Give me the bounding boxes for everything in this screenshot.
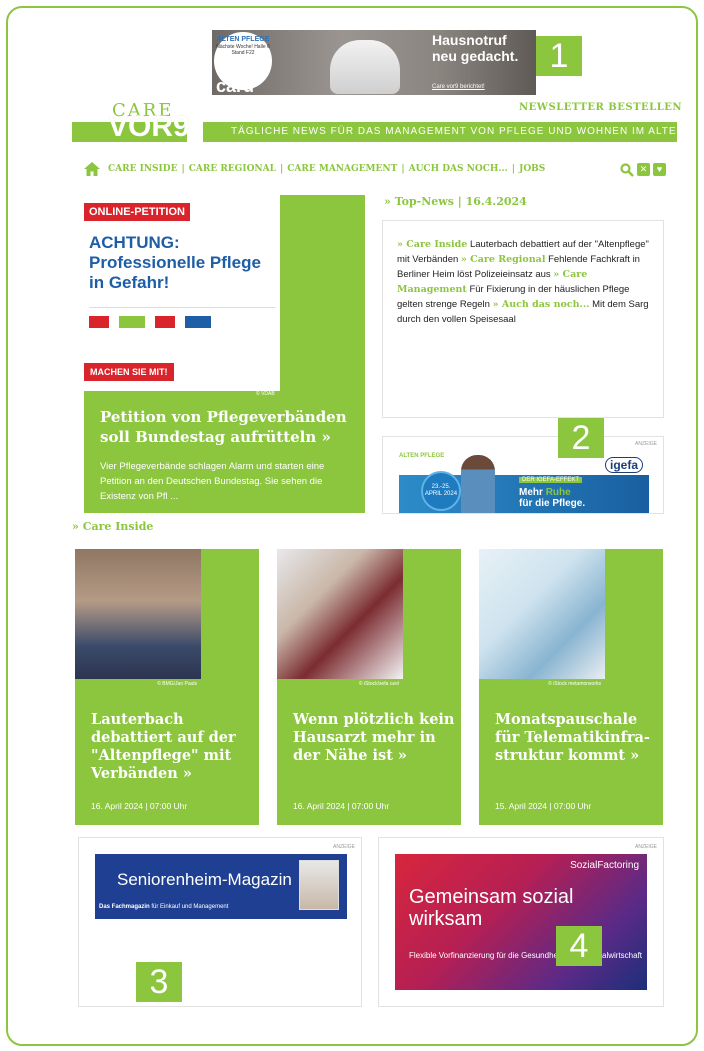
- article-title[interactable]: Lauterbach debattiert auf der "Altenpfle…: [91, 711, 257, 783]
- twitter-icon[interactable]: ♥: [653, 163, 666, 176]
- nav-item-auch-das-noch[interactable]: AUCH DAS NOCH...: [409, 164, 508, 174]
- xing-icon[interactable]: ✕: [637, 163, 650, 176]
- sozialfactoring-banner: SozialFactoring Gemeinsam sozial wirksam…: [395, 854, 647, 990]
- nav-item-care-inside[interactable]: CARE INSIDE: [108, 164, 177, 174]
- ad-person-image: [461, 455, 495, 513]
- ad-title: Seniorenheim-Magazin: [117, 870, 292, 889]
- ad-subtitle-rest: für Einkauf und Management: [151, 904, 229, 910]
- seniorenheim-ad[interactable]: ANZEIGE Seniorenheim-Magazin Das Fachmag…: [78, 837, 362, 1007]
- article-image: [75, 549, 201, 679]
- ad-subtitle-bold: Das Fachmagazin: [99, 904, 150, 910]
- partner-logo: [119, 316, 145, 328]
- ad-headline: Gemeinsam sozial wirksam: [409, 886, 574, 930]
- top-news-box: » Care Inside Lauterbach debattiert auf …: [382, 220, 664, 418]
- feature-image-heading: ACHTUNG: Professionelle Pflege in Gefahr…: [89, 233, 261, 292]
- igefa-logo: igefa: [604, 457, 643, 473]
- nav-item-jobs[interactable]: JOBS: [519, 164, 545, 174]
- article-card[interactable]: © BMG/Jan Pauls Lauterbach debattiert au…: [75, 549, 259, 825]
- igefa-ad[interactable]: ANZEIGE ALTEN PFLEGE 23.-25. APRIL 2024 …: [382, 436, 664, 514]
- nav-separator: |: [181, 164, 185, 174]
- ad-label: ANZEIGE: [635, 844, 657, 850]
- magazine-cover-image: [299, 860, 339, 910]
- article-card[interactable]: © iStock/sefa ozel Wenn plötzlich kein H…: [277, 549, 461, 825]
- ad-advertiser: caru: [216, 76, 255, 95]
- ad-subtitle: Das Fachmagazin für Einkauf und Manageme…: [95, 904, 228, 910]
- nav-separator: |: [401, 164, 405, 174]
- site-logo[interactable]: VOR9: [108, 110, 190, 144]
- top-news-heading: » Top-News | 16.4.2024: [384, 195, 527, 208]
- ad-headline: Hausnotruf neu gedacht.: [432, 32, 519, 64]
- nav-item-care-management[interactable]: CARE MANAGEMENT: [287, 164, 397, 174]
- care-inside-heading[interactable]: » Care Inside: [72, 520, 153, 533]
- ad-label: ANZEIGE: [635, 441, 657, 447]
- ad-effect: DER IGEFA-EFFEKT: [519, 477, 583, 483]
- ad-slogan: Mehr Ruhe für die Pflege.: [519, 487, 585, 509]
- feature-article[interactable]: ONLINE-PETITION ACHTUNG: Professionelle …: [84, 195, 365, 513]
- top-news-category[interactable]: » Care Regional: [461, 254, 546, 265]
- article-image: [479, 549, 605, 679]
- home-icon[interactable]: [84, 162, 100, 176]
- top-news-category[interactable]: » Auch das noch...: [493, 299, 590, 310]
- ad-brand-name: ALTEN PFLEGE: [216, 36, 270, 43]
- annotation-badge-3: 3: [136, 962, 182, 1002]
- article-image: [277, 549, 403, 679]
- top-news-category[interactable]: » Care Inside: [397, 239, 467, 250]
- logo-vor: VOR: [108, 110, 174, 143]
- ad-description: Flexible Vorfinanzierung für die Gesundh…: [409, 951, 643, 960]
- nav-icons: ✕ ♥: [620, 163, 666, 177]
- ad-brand: ALTEN PFLEGE: [399, 453, 445, 459]
- article-credit: © iStock metamorworks: [548, 681, 601, 687]
- arrow-icon: »: [321, 428, 331, 446]
- partner-logos: [89, 307, 275, 329]
- partner-logo: [185, 316, 211, 328]
- feature-image: ONLINE-PETITION ACHTUNG: Professionelle …: [84, 195, 280, 391]
- logo-nine: 9: [173, 110, 190, 143]
- slogan-part: für die Pflege.: [519, 498, 586, 509]
- article-credit: © BMG/Jan Pauls: [157, 681, 197, 687]
- tagline: TÄGLICHE NEWS FÜR DAS MANAGEMENT VON PFL…: [203, 122, 684, 142]
- nav-separator: |: [279, 164, 284, 174]
- feature-teaser: Vier Pflegeverbände schlagen Alarm und s…: [100, 461, 325, 502]
- ad-fair-info: Nächste Woche! Halle 6 Stand F22: [216, 44, 270, 56]
- ad-sub-link[interactable]: Care vor9 berichtet!: [432, 84, 485, 90]
- annotation-badge-2: 2: [558, 418, 604, 458]
- article-title[interactable]: Wenn plötzlich kein Hausarzt mehr in der…: [293, 711, 459, 765]
- ad-brand: SozialFactoring: [570, 860, 639, 871]
- feature-title[interactable]: Petition von Pflegeverbänden soll Bundes…: [100, 407, 356, 447]
- nav-items: CARE INSIDE | CARE REGIONAL | CARE MANAGEMEN…: [108, 164, 545, 174]
- feature-credit: © VDAB: [256, 391, 275, 397]
- article-date: 15. April 2024 | 07:00 Uhr: [495, 801, 592, 811]
- article-title[interactable]: Monatspauschale für Telematikinfra-struk…: [495, 711, 661, 765]
- feature-title-text: Petition von Pflegeverbänden soll Bundes…: [100, 408, 347, 446]
- feature-cta: MACHEN SIE MIT!: [84, 363, 174, 381]
- top-banner-ad[interactable]: ALTEN PFLEGE Nächste Woche! Halle 6 Stan…: [212, 30, 536, 95]
- article-credit: © iStock/sefa ozel: [358, 681, 399, 687]
- article-date: 16. April 2024 | 07:00 Uhr: [91, 801, 188, 811]
- slogan-highlight: Ruhe: [545, 487, 571, 498]
- nav-item-care-regional[interactable]: CARE REGIONAL: [189, 164, 276, 174]
- partner-logo: [155, 316, 175, 328]
- partner-logo: [89, 316, 109, 328]
- ad-label: ANZEIGE: [333, 844, 355, 850]
- newsletter-link[interactable]: NEWSLETTER BESTELLEN: [519, 102, 682, 113]
- igefa-banner: ALTEN PFLEGE 23.-25. APRIL 2024 igefa DE…: [399, 451, 649, 513]
- search-icon[interactable]: [620, 163, 634, 177]
- feature-tag: ONLINE-PETITION: [84, 203, 190, 221]
- annotation-badge-4: 4: [556, 926, 602, 966]
- main-nav: CARE INSIDE | CARE REGIONAL | CARE MANAGEMEN…: [84, 162, 674, 179]
- article-card[interactable]: © iStock metamorworks Monatspauschale fü…: [479, 549, 663, 825]
- sozialfactoring-ad[interactable]: ANZEIGE SozialFactoring Gemeinsam sozial…: [378, 837, 664, 1007]
- slogan-part: Mehr: [519, 487, 543, 498]
- article-date: 16. April 2024 | 07:00 Uhr: [293, 801, 390, 811]
- annotation-badge-1: 1: [536, 36, 582, 76]
- nav-separator: |: [511, 164, 516, 174]
- device-image: [330, 40, 400, 94]
- seniorenheim-banner: Seniorenheim-Magazin Das Fachmagazin für…: [95, 854, 347, 919]
- ad-dates: 23.-25. APRIL 2024: [421, 471, 461, 511]
